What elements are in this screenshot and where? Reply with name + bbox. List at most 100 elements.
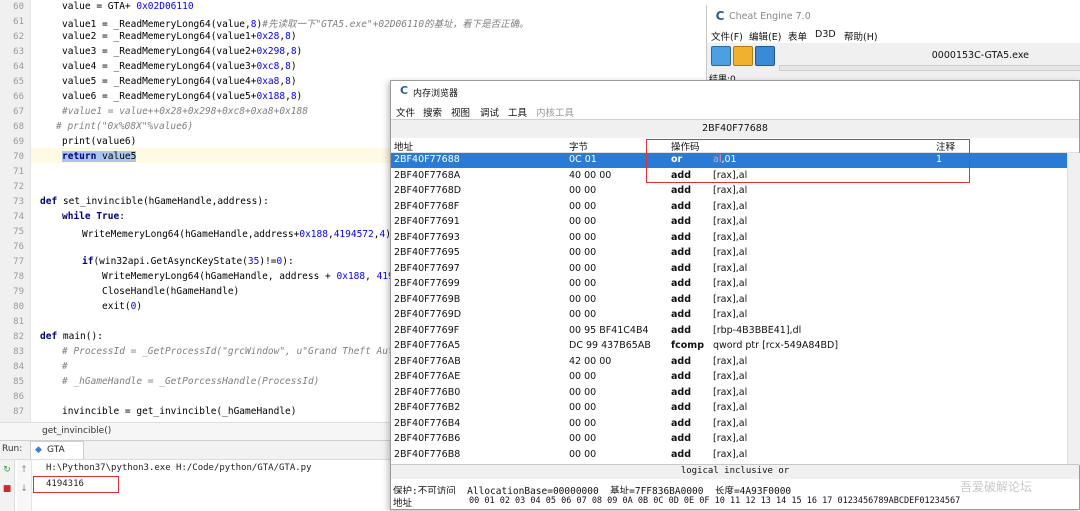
row-operands: [rax],al <box>713 294 747 305</box>
col-address[interactable]: 地址 <box>394 139 413 153</box>
code-line: WriteMemeryLong64(hGameHandle, address +… <box>102 271 422 282</box>
ce-menu-file[interactable]: 文件(F) <box>711 29 743 43</box>
disasm-row[interactable]: 2BF40F77693 00 00 add [rax],al <box>391 231 1067 246</box>
row-bytes: 00 00 <box>569 417 597 429</box>
open-file-icon[interactable] <box>733 46 753 66</box>
line-number: 60 <box>13 2 24 12</box>
row-bytes: 00 00 <box>569 200 597 212</box>
line-number: 85 <box>13 377 24 387</box>
row-bytes: 42 00 00 <box>569 355 612 367</box>
stop-icon[interactable]: ■ <box>2 484 12 494</box>
rerun-icon[interactable]: ↻ <box>2 465 12 475</box>
row-address: 2BF40F77695 <box>394 247 460 258</box>
mv-menu-tools[interactable]: 工具 <box>508 105 527 119</box>
row-opcode: add <box>671 262 692 274</box>
disasm-row[interactable]: 2BF40F77691 00 00 add [rax],al <box>391 215 1067 230</box>
process-select-icon[interactable] <box>711 46 731 66</box>
breadcrumb[interactable]: get_invincible() <box>0 422 392 441</box>
mv-menu-search[interactable]: 搜索 <box>423 105 442 119</box>
disasm-row[interactable]: 2BF40F77699 00 00 add [rax],al <box>391 277 1067 292</box>
arrow-down-icon[interactable]: ↓ <box>19 484 29 494</box>
disasm-row[interactable]: 2BF40F776B2 00 00 add [rax],al <box>391 401 1067 416</box>
disasm-row[interactable]: 2BF40F7768A 40 00 00 add [rax],al <box>391 169 1067 184</box>
row-address: 2BF40F776A5 <box>394 340 461 351</box>
save-icon[interactable] <box>755 46 775 66</box>
line-number: 68 <box>13 122 24 132</box>
line-number: 80 <box>13 302 24 312</box>
line-number: 70 <box>13 152 24 162</box>
run-tab[interactable]: ◆ GTA <box>30 441 84 459</box>
operand-register: al <box>738 231 748 243</box>
ce-title: Cheat Engine 7.0 <box>729 11 811 22</box>
ce-menu-d3d[interactable]: D3D <box>815 29 836 40</box>
hex-header: 地址 00 01 02 03 04 05 06 07 08 09 0A 0B 0… <box>391 494 1079 509</box>
row-address: 2BF40F776B6 <box>394 433 461 444</box>
disasm-row[interactable]: 2BF40F7768D 00 00 add [rax],al <box>391 184 1067 199</box>
mv-menu-debug[interactable]: 调试 <box>480 105 499 119</box>
operand-register: [rax] <box>713 278 736 289</box>
cheat-engine-window: C Cheat Engine 7.0 文件(F) 编辑(E) 表单 D3D 帮助… <box>706 5 1080 90</box>
disasm-row[interactable]: 2BF40F77697 00 00 add [rax],al <box>391 262 1067 277</box>
disasm-row[interactable]: 2BF40F776B6 00 00 add [rax],al <box>391 432 1067 447</box>
row-bytes: 00 00 <box>569 386 597 398</box>
code-line: # _hGameHandle = _GetPorcessHandle(Proce… <box>62 376 320 387</box>
row-address: 2BF40F7769F <box>394 324 460 336</box>
ce-menu-edit[interactable]: 编辑(E) <box>749 29 781 43</box>
code-line: value1 = _ReadMemeryLong64(value,8)#先读取一… <box>62 19 529 30</box>
code-line-selected: return value5 <box>62 151 137 162</box>
disasm-row[interactable]: 2BF40F77695 00 00 add [rax],al <box>391 246 1067 261</box>
operand-register: [rax] <box>713 231 736 243</box>
operand-register: [rax] <box>713 355 736 367</box>
row-operands: [rax],al <box>713 232 747 243</box>
ce-toolbar: 0000153C-GTA5.exe <box>707 43 1080 71</box>
disasm-row[interactable]: 2BF40F776AE 00 00 add [rax],al <box>391 370 1067 385</box>
col-opcode[interactable]: 操作码 <box>671 139 700 153</box>
disasm-row[interactable]: 2BF40F7769D 00 00 add [rax],al <box>391 308 1067 323</box>
ce-menu-table[interactable]: 表单 <box>788 29 807 43</box>
operand-register: al <box>738 371 748 382</box>
disasm-row[interactable]: 2BF40F776AB 42 00 00 add [rax],al <box>391 355 1067 370</box>
mv-menu-kernel-tools[interactable]: 内核工具 <box>536 105 574 119</box>
disasm-row[interactable]: 2BF40F7768F 00 00 add [rax],al <box>391 200 1067 215</box>
disasm-row[interactable]: 2BF40F776B0 00 00 add [rax],al <box>391 386 1067 401</box>
run-tab-label: GTA <box>47 445 65 455</box>
mv-address-bar: 2BF40F77688 <box>391 119 1079 139</box>
col-comment[interactable]: 注释 <box>936 139 955 153</box>
operand-register: al <box>738 355 748 367</box>
code-line: while True: <box>62 211 125 222</box>
operand-register: [rax] <box>713 216 736 227</box>
row-operands: [rax],al <box>713 371 747 382</box>
operand-register: al <box>738 185 748 196</box>
row-operands: al,01 <box>713 154 737 165</box>
operand-register: al <box>738 278 748 289</box>
row-opcode: add <box>671 309 692 320</box>
disasm-row[interactable]: 2BF40F7769B 00 00 add [rax],al <box>391 293 1067 308</box>
run-panel: Run: ◆ GTA ↻ ■ ↑ ↓ H:\Python37\python3.e… <box>0 440 392 511</box>
code-line: value2 = _ReadMemeryLong64(value1+0x28,8… <box>62 31 297 42</box>
line-number: 77 <box>13 257 24 267</box>
code-line: value4 = _ReadMemeryLong64(value3+0xc8,8… <box>62 61 297 72</box>
memory-viewer-window: C 内存浏览器 文件 搜索 视图 调试 工具 内核工具 2BF40F77688 … <box>390 80 1080 510</box>
disasm-row[interactable]: 2BF40F776A5 DC 99 437B65AB fcomp qword ptr … <box>391 339 1067 354</box>
row-address: 2BF40F7768D <box>394 185 462 196</box>
col-bytes[interactable]: 字节 <box>569 139 588 153</box>
mv-menu-view[interactable]: 视图 <box>451 105 470 119</box>
code-line: value6 = _ReadMemeryLong64(value5+0x188,… <box>62 91 303 102</box>
mv-menu-file[interactable]: 文件 <box>396 105 415 119</box>
row-bytes: 00 00 <box>569 433 597 444</box>
line-number: 72 <box>13 182 24 192</box>
row-address: 2BF40F77697 <box>394 262 460 274</box>
disasm-row-selected[interactable]: 2BF40F77688 0C 01 or al,01 1 <box>391 153 1067 168</box>
code-line: if(win32api.GetAsyncKeyState(35)!=0): <box>82 256 294 267</box>
disasm-row[interactable]: 2BF40F776B8 00 00 add [rax],al <box>391 448 1067 463</box>
row-bytes: 40 00 00 <box>569 169 612 181</box>
row-opcode: add <box>671 371 692 382</box>
disasm-row[interactable]: 2BF40F776B4 00 00 add [rax],al <box>391 417 1067 432</box>
ce-menu-help[interactable]: 帮助(H) <box>844 29 878 43</box>
operand-register: [rax] <box>713 262 736 274</box>
disasm-scrollbar[interactable] <box>1067 153 1080 465</box>
disasm-row[interactable]: 2BF40F7769F 00 95 BF41C4B4 add [rbp-4B3BBE4… <box>391 324 1067 339</box>
row-address: 2BF40F776B0 <box>394 386 461 398</box>
row-operands: [rax],al <box>713 402 747 413</box>
arrow-up-icon[interactable]: ↑ <box>19 465 29 475</box>
